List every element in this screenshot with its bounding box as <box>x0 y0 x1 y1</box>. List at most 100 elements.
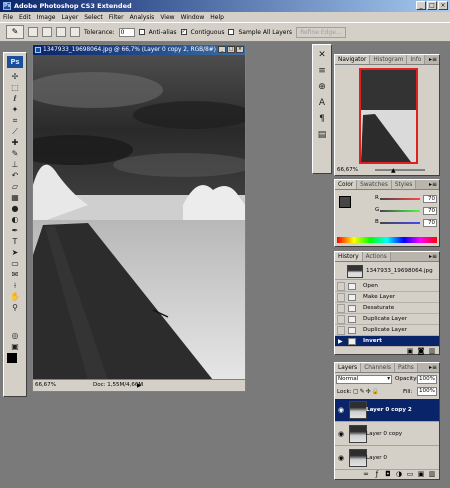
image-canvas[interactable] <box>33 55 245 380</box>
doc-info-arrow-icon[interactable]: ▶ <box>137 382 142 390</box>
link-layers-icon[interactable]: ∞ <box>362 470 370 478</box>
tab-layers[interactable]: Layers <box>335 363 362 372</box>
zoom-tool-icon[interactable]: ⚲ <box>8 303 22 313</box>
crop-tool-icon[interactable]: ⌗ <box>8 116 22 126</box>
panel-menu-icon[interactable]: ▸≡ <box>429 56 437 64</box>
menu-layer[interactable]: Layer <box>61 14 78 21</box>
tab-navigator[interactable]: Navigator <box>335 55 371 64</box>
magic-wand-tool-icon[interactable]: ✦ <box>8 105 22 115</box>
character-icon[interactable]: A <box>316 97 328 109</box>
history-panel-menu-icon[interactable]: ▸≡ <box>429 253 437 261</box>
navigator-zoom[interactable]: 66,67% <box>337 167 358 173</box>
tab-color[interactable]: Color <box>335 180 358 189</box>
layers-panel-menu-icon[interactable]: ▸≡ <box>429 364 437 372</box>
color-spectrum-bar[interactable] <box>337 237 437 243</box>
close-button[interactable]: × <box>438 1 448 10</box>
blue-slider[interactable] <box>380 222 420 224</box>
green-slider[interactable] <box>380 210 420 212</box>
history-item-selected[interactable]: ▶ Invert <box>335 336 439 347</box>
blue-value-input[interactable]: 70 <box>423 219 437 227</box>
red-value-input[interactable]: 70 <box>423 195 437 203</box>
shape-tool-icon[interactable]: ▭ <box>8 259 22 269</box>
menu-file[interactable]: File <box>3 14 13 21</box>
adjustment-layer-icon[interactable]: ◑ <box>395 470 403 478</box>
quick-mask-icon[interactable]: ◎ <box>8 331 22 341</box>
add-selection-button[interactable] <box>42 27 52 37</box>
layer-comps-icon[interactable]: ▤ <box>316 129 328 141</box>
tab-info[interactable]: Info <box>407 55 426 64</box>
paragraph-icon[interactable]: ¶ <box>316 113 328 125</box>
menu-view[interactable]: View <box>160 14 174 21</box>
tolerance-input[interactable]: 0 <box>118 27 135 37</box>
gradient-tool-icon[interactable]: ▦ <box>8 193 22 203</box>
document-window[interactable]: 1347933_19698064.jpg @ 66,7% (Layer 0 co… <box>32 44 246 392</box>
history-item[interactable]: Duplicate Layer <box>335 314 439 325</box>
layer-mask-icon[interactable]: ◘ <box>384 470 392 478</box>
tab-swatches[interactable]: Swatches <box>357 180 392 189</box>
doc-close-button[interactable]: × <box>236 46 244 53</box>
brushes-icon[interactable]: ≡ <box>316 65 328 77</box>
menu-image[interactable]: Image <box>37 14 56 21</box>
tab-paths[interactable]: Paths <box>395 363 418 372</box>
color-foreground-swatch[interactable] <box>339 196 351 208</box>
subtract-selection-button[interactable] <box>56 27 66 37</box>
tab-channels[interactable]: Channels <box>361 363 396 372</box>
move-tool-icon[interactable]: ✢ <box>8 72 22 82</box>
new-snapshot-icon[interactable]: ◙ <box>417 347 425 355</box>
blend-mode-select[interactable]: Normal ▾ <box>336 375 392 384</box>
tab-histogram[interactable]: Histogram <box>370 55 408 64</box>
navigator-thumbnail[interactable] <box>359 68 418 164</box>
green-value-input[interactable]: 70 <box>423 207 437 215</box>
foreground-color-swatch[interactable] <box>7 353 17 363</box>
tab-actions[interactable]: Actions <box>362 252 391 261</box>
tool-presets-icon[interactable]: ✕ <box>316 49 328 61</box>
magic-wand-tool-preset[interactable]: ✎ <box>6 25 24 39</box>
layer-row-selected[interactable]: ◉ Layer 0 copy 2 <box>335 399 439 422</box>
document-title-bar[interactable]: 1347933_19698064.jpg @ 66,7% (Layer 0 co… <box>33 45 245 55</box>
delete-state-icon[interactable]: ▥ <box>428 347 436 355</box>
eye-icon[interactable]: ◉ <box>337 406 345 414</box>
layer-style-icon[interactable]: ƒ <box>373 470 381 478</box>
menu-filter[interactable]: Filter <box>109 14 124 21</box>
menu-analysis[interactable]: Analysis <box>130 14 155 21</box>
delete-layer-icon[interactable]: ▥ <box>428 470 436 478</box>
menu-window[interactable]: Window <box>181 14 205 21</box>
eye-icon[interactable]: ◉ <box>337 430 345 438</box>
doc-maximize-button[interactable]: □ <box>227 46 235 53</box>
new-group-icon[interactable]: ▭ <box>406 470 414 478</box>
path-selection-tool-icon[interactable]: ➤ <box>8 248 22 258</box>
history-brush-tool-icon[interactable]: ↶ <box>8 171 22 181</box>
menu-select[interactable]: Select <box>84 14 103 21</box>
brush-tool-icon[interactable]: ✎ <box>8 149 22 159</box>
marquee-tool-icon[interactable]: ⬚ <box>8 83 22 93</box>
history-item[interactable]: Desaturate <box>335 303 439 314</box>
tab-history[interactable]: History <box>335 252 363 261</box>
color-panel-menu-icon[interactable]: ▸≡ <box>429 181 437 189</box>
red-slider[interactable] <box>380 198 420 200</box>
new-layer-icon[interactable]: ▣ <box>417 470 425 478</box>
layer-row[interactable]: ◉ Layer 0 copy <box>335 423 439 446</box>
history-item[interactable]: Make Layer <box>335 292 439 303</box>
fill-input[interactable]: 100% <box>417 387 437 396</box>
screen-mode-icon[interactable]: ▣ <box>8 342 22 352</box>
document-zoom-field[interactable]: 66,67% <box>35 380 56 391</box>
contiguous-checkbox[interactable]: ✓ <box>180 29 187 36</box>
tab-styles[interactable]: Styles <box>391 180 417 189</box>
lock-options-icons[interactable]: ▢✎✢🔒 <box>353 388 380 395</box>
zoom-slider-handle-icon[interactable]: ▲ <box>391 166 396 176</box>
new-selection-button[interactable] <box>28 27 38 37</box>
intersect-selection-button[interactable] <box>70 27 80 37</box>
menu-edit[interactable]: Edit <box>19 14 31 21</box>
type-tool-icon[interactable]: T <box>8 237 22 247</box>
eyedropper-tool-icon[interactable]: ⟊ <box>8 281 22 291</box>
maximize-button[interactable]: □ <box>427 1 437 10</box>
sample-all-layers-checkbox[interactable] <box>228 29 235 36</box>
pen-tool-icon[interactable]: ✒ <box>8 226 22 236</box>
notes-tool-icon[interactable]: ✉ <box>8 270 22 280</box>
dodge-tool-icon[interactable]: ◐ <box>8 215 22 225</box>
history-snapshot[interactable]: 1347933_19698064.jpg <box>335 263 439 280</box>
eraser-tool-icon[interactable]: ▱ <box>8 182 22 192</box>
navigator-zoom-slider[interactable] <box>375 169 425 171</box>
history-item[interactable]: Duplicate Layer <box>335 325 439 336</box>
clone-stamp-tool-icon[interactable]: ⊥ <box>8 160 22 170</box>
